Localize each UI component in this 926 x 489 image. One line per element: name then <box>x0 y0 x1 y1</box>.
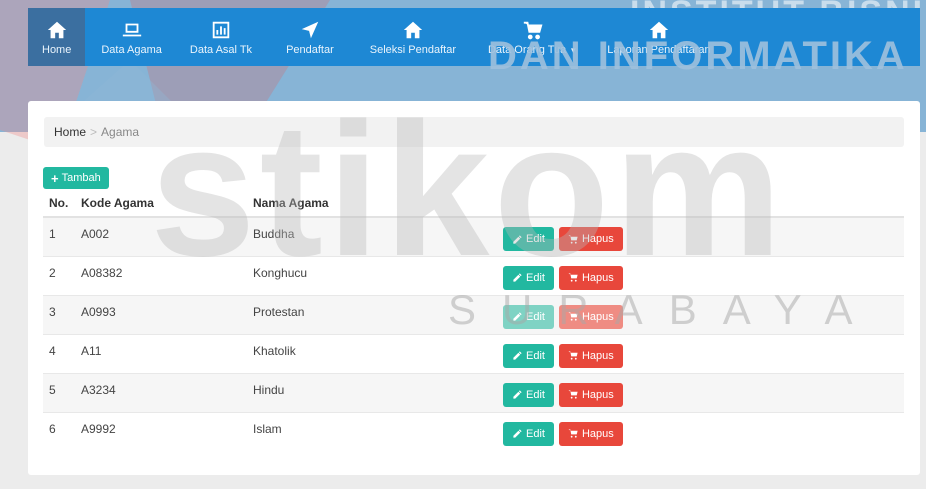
edit-button[interactable]: Edit <box>503 382 554 407</box>
bar-chart-icon <box>212 21 230 38</box>
edit-icon <box>513 234 522 244</box>
edit-icon <box>513 312 522 321</box>
cart-icon <box>568 312 578 321</box>
edit-icon <box>513 351 522 360</box>
cart-icon <box>568 390 578 399</box>
nav-item-home[interactable]: Home <box>28 8 86 66</box>
nav-item-seleksi-pendaftar[interactable]: Seleksi Pendaftar <box>356 8 470 66</box>
table-row: 1 A002 Buddha Edit Hapus <box>43 216 904 256</box>
cell-kode-agama: A11 <box>75 333 247 373</box>
cell-actions: Edit Hapus <box>497 411 904 451</box>
nav-item-data-asal-tk[interactable]: Data Asal Tk <box>178 8 264 66</box>
header-no: No. <box>43 189 75 218</box>
edit-icon <box>513 390 522 399</box>
delete-button[interactable]: Hapus <box>558 304 623 329</box>
cell-nama-agama: Protestan <box>247 294 497 334</box>
cell-actions: Edit Hapus <box>497 333 904 373</box>
home-icon <box>403 21 423 38</box>
cell-no: 4 <box>43 333 75 373</box>
edit-button[interactable]: Edit <box>503 265 554 290</box>
edit-button[interactable]: Edit <box>503 421 554 446</box>
cell-kode-agama: A08382 <box>75 255 247 295</box>
laptop-icon <box>122 23 141 36</box>
cart-icon <box>568 429 578 438</box>
add-button-label: Tambah <box>61 172 101 184</box>
table-row: 5 A3234 Hindu Edit Hapus <box>43 372 904 412</box>
delete-button[interactable]: Hapus <box>558 343 623 368</box>
delete-button[interactable]: Hapus <box>558 421 623 446</box>
edit-button-label: Edit <box>526 427 545 440</box>
edit-button-label: Edit <box>526 271 545 284</box>
cell-actions: Edit Hapus <box>497 372 904 412</box>
delete-button[interactable]: Hapus <box>558 265 623 290</box>
table-header-row: No. Kode Agama Nama Agama <box>43 189 904 218</box>
cell-nama-agama: Khatolik <box>247 333 497 373</box>
cell-no: 1 <box>43 216 75 256</box>
home-icon <box>47 21 66 38</box>
header-nama-agama: Nama Agama <box>247 189 497 218</box>
edit-icon <box>513 273 522 282</box>
plus-icon: + <box>51 170 59 186</box>
edit-button[interactable]: Edit <box>503 227 554 251</box>
nav-item-label: Home <box>42 43 72 56</box>
breadcrumb-current: Agama <box>101 125 140 139</box>
delete-button-label: Hapus <box>581 310 614 323</box>
edit-button-label: Edit <box>526 233 545 245</box>
nav-item-label: Data Asal Tk <box>189 43 253 56</box>
delete-button-label: Hapus <box>581 271 614 284</box>
delete-button[interactable]: Hapus <box>558 382 623 407</box>
edit-button-label: Edit <box>526 349 545 362</box>
cell-no: 6 <box>43 411 75 451</box>
nav-item-data-agama[interactable]: Data Agama <box>85 8 178 66</box>
cell-nama-agama: Islam <box>247 411 497 451</box>
header-actions <box>497 189 904 218</box>
table-row: 6 A9992 Islam Edit Hapus <box>43 411 904 451</box>
cell-nama-agama: Konghucu <box>247 255 497 295</box>
cell-kode-agama: A9992 <box>75 411 247 451</box>
cart-icon <box>568 273 578 282</box>
delete-button-label: Hapus <box>581 388 614 401</box>
cell-kode-agama: A3234 <box>75 372 247 412</box>
table-row: 2 A08382 Konghucu Edit Hapus <box>43 255 904 295</box>
header-kode-agama: Kode Agama <box>75 189 247 218</box>
nav-item-pendaftar[interactable]: Pendaftar <box>264 8 356 66</box>
cell-actions: Edit Hapus <box>497 294 904 334</box>
breadcrumb-home-link[interactable]: Home <box>54 125 86 139</box>
table-row: 4 A11 Khatolik Edit Hapus <box>43 333 904 373</box>
delete-button-label: Hapus <box>581 233 614 245</box>
breadcrumb-separator-icon: > <box>90 125 98 139</box>
edit-button[interactable]: Edit <box>503 304 554 329</box>
agama-table: No. Kode Agama Nama Agama 1 A002 Buddha Edi… <box>43 189 904 451</box>
cell-kode-agama: A002 <box>75 216 247 256</box>
cell-nama-agama: Hindu <box>247 372 497 412</box>
edit-button-label: Edit <box>526 310 545 323</box>
cell-nama-agama: Buddha <box>247 216 497 256</box>
delete-button-label: Hapus <box>581 427 614 440</box>
nav-item-label: Seleksi Pendaftar <box>369 43 456 56</box>
delete-button-label: Hapus <box>581 349 614 362</box>
edit-icon <box>513 429 522 438</box>
nav-item-label: Data Agama <box>101 43 162 56</box>
cell-actions: Edit Hapus <box>497 255 904 295</box>
cell-no: 3 <box>43 294 75 334</box>
cell-no: 5 <box>43 372 75 412</box>
breadcrumb: Home > Agama <box>44 117 904 147</box>
edit-button[interactable]: Edit <box>503 343 554 368</box>
content-panel: Home > Agama + Tambah No. Kode Agama Nam… <box>28 101 920 475</box>
add-agama-button[interactable]: + Tambah <box>43 167 109 189</box>
watermark-informatika: DAN INFORMATIKA <box>488 34 908 78</box>
table-row: 3 A0993 Protestan Edit Hapus <box>43 294 904 334</box>
cell-kode-agama: A0993 <box>75 294 247 334</box>
cell-no: 2 <box>43 255 75 295</box>
delete-button[interactable]: Hapus <box>558 227 623 251</box>
nav-item-label: Pendaftar <box>286 43 334 56</box>
cart-icon <box>568 351 578 360</box>
cell-actions: Edit Hapus <box>497 216 904 256</box>
location-arrow-icon <box>301 21 319 38</box>
cart-icon <box>568 234 578 244</box>
edit-button-label: Edit <box>526 388 545 401</box>
